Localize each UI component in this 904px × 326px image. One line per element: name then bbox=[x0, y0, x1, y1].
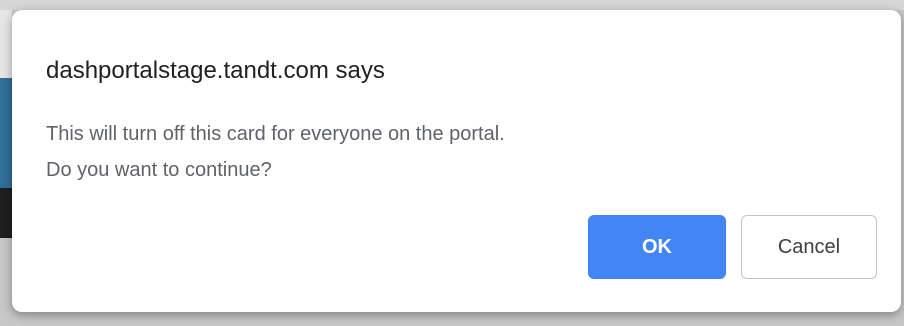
cancel-button[interactable]: Cancel bbox=[741, 215, 877, 279]
dialog-message: This will turn off this card for everyon… bbox=[46, 116, 505, 188]
background-page-top bbox=[0, 0, 904, 10]
background-page-banner bbox=[0, 78, 12, 188]
alert-dialog: dashportalstage.tandt.com says This will… bbox=[12, 10, 901, 312]
background-page-footer bbox=[0, 188, 12, 238]
dialog-message-line-1: This will turn off this card for everyon… bbox=[46, 123, 505, 145]
ok-button[interactable]: OK bbox=[588, 215, 726, 279]
background-page-edge bbox=[0, 10, 12, 78]
dialog-title: dashportalstage.tandt.com says bbox=[46, 57, 385, 84]
dialog-message-line-2: Do you want to continue? bbox=[46, 159, 272, 181]
